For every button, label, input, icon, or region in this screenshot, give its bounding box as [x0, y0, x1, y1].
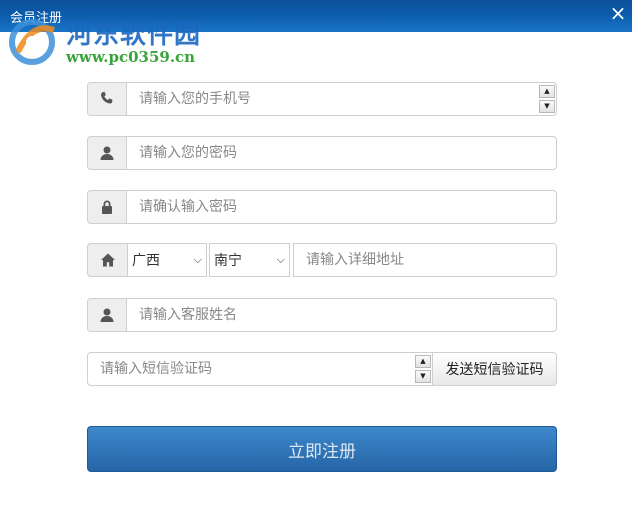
address-input[interactable] — [293, 243, 557, 277]
sms-code-row: ▲ ▼ 发送短信验证码 — [87, 352, 557, 386]
register-button[interactable]: 立即注册 — [87, 426, 557, 472]
city-value: 南宁 — [214, 253, 242, 269]
home-icon — [100, 253, 115, 267]
spinner-down-button[interactable]: ▼ — [539, 100, 555, 113]
sms-code-wrap: ▲ ▼ — [87, 352, 433, 386]
province-select[interactable]: 广西 ⌵ — [127, 243, 207, 277]
phone-field-group: ▲ ▼ — [87, 82, 557, 116]
watermark-url: www.pc0359.cn — [66, 48, 196, 66]
lock-icon — [102, 200, 112, 214]
sms-code-input[interactable] — [88, 353, 415, 385]
user-icon — [100, 308, 114, 322]
phone-addon — [88, 83, 127, 115]
password-field-group — [87, 136, 557, 170]
phone-icon — [100, 91, 113, 104]
send-sms-button[interactable]: 发送短信验证码 — [433, 352, 557, 386]
password-addon — [88, 137, 127, 169]
chevron-down-icon: ⌵ — [276, 253, 285, 266]
service-name-input[interactable] — [127, 299, 556, 331]
chevron-down-icon: ⌵ — [193, 253, 202, 266]
phone-spinner[interactable]: ▲ ▼ — [539, 83, 555, 115]
address-addon — [87, 243, 127, 277]
user-icon — [100, 146, 114, 160]
close-icon[interactable]: × — [608, 2, 628, 24]
password-input[interactable] — [127, 137, 556, 169]
province-value: 广西 — [132, 253, 160, 269]
address-row: 广西 ⌵ 南宁 ⌵ — [87, 243, 557, 277]
service-name-field-group — [87, 298, 557, 332]
watermark-logo — [9, 19, 56, 65]
spinner-up-button[interactable]: ▲ — [539, 85, 555, 98]
phone-input[interactable] — [127, 83, 539, 115]
confirm-password-input[interactable] — [127, 191, 556, 223]
spinner-down-button[interactable]: ▼ — [415, 370, 431, 383]
service-name-addon — [88, 299, 127, 331]
watermark-title: 河东软件园 — [66, 20, 202, 50]
spinner-up-button[interactable]: ▲ — [415, 355, 431, 368]
confirm-password-field-group — [87, 190, 557, 224]
confirm-addon — [88, 191, 127, 223]
city-select[interactable]: 南宁 ⌵ — [209, 243, 290, 277]
sms-spinner[interactable]: ▲ ▼ — [415, 353, 431, 385]
